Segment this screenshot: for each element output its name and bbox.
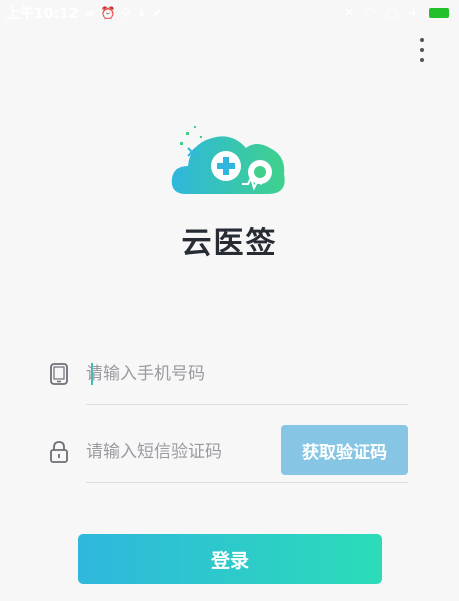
phone-input[interactable] [86, 344, 406, 404]
login-button[interactable]: 登录 [78, 534, 382, 584]
app-name: 云医签 [181, 226, 278, 261]
cloud-medical-logo-icon [171, 126, 285, 194]
sms-code-input[interactable] [86, 422, 276, 482]
code-divider [86, 482, 408, 483]
phone-icon [46, 361, 72, 387]
mute-icon: ✕ [343, 5, 355, 21]
alarm-icon: ⏰ [100, 6, 116, 20]
status-bar-left: 上午10:12 ∞ ⏰ ⚲ ↓ ✔ [6, 3, 162, 23]
status-time: 上午10:12 [6, 6, 79, 22]
phone-divider [86, 404, 408, 405]
status-bar-right: ✕ ◠ ▢ + [344, 6, 449, 21]
battery-icon [429, 8, 449, 18]
usb-icon: ⚲ [121, 6, 131, 20]
check-icon: ✔ [152, 6, 163, 20]
more-options-icon[interactable] [410, 36, 434, 64]
signal-icon: + [408, 5, 419, 21]
infinity-icon: ∞ [84, 6, 95, 20]
phone-field-row [46, 344, 408, 404]
sim-icon: ▢ [385, 5, 399, 21]
wifi-icon: ◠ [364, 5, 376, 21]
download-icon: ↓ [136, 6, 147, 20]
status-bar: 上午10:12 ∞ ⏰ ⚲ ↓ ✔ ✕ ◠ ▢ + [0, 0, 459, 26]
get-code-button[interactable]: 获取验证码 [281, 425, 408, 475]
lock-icon [46, 439, 72, 465]
